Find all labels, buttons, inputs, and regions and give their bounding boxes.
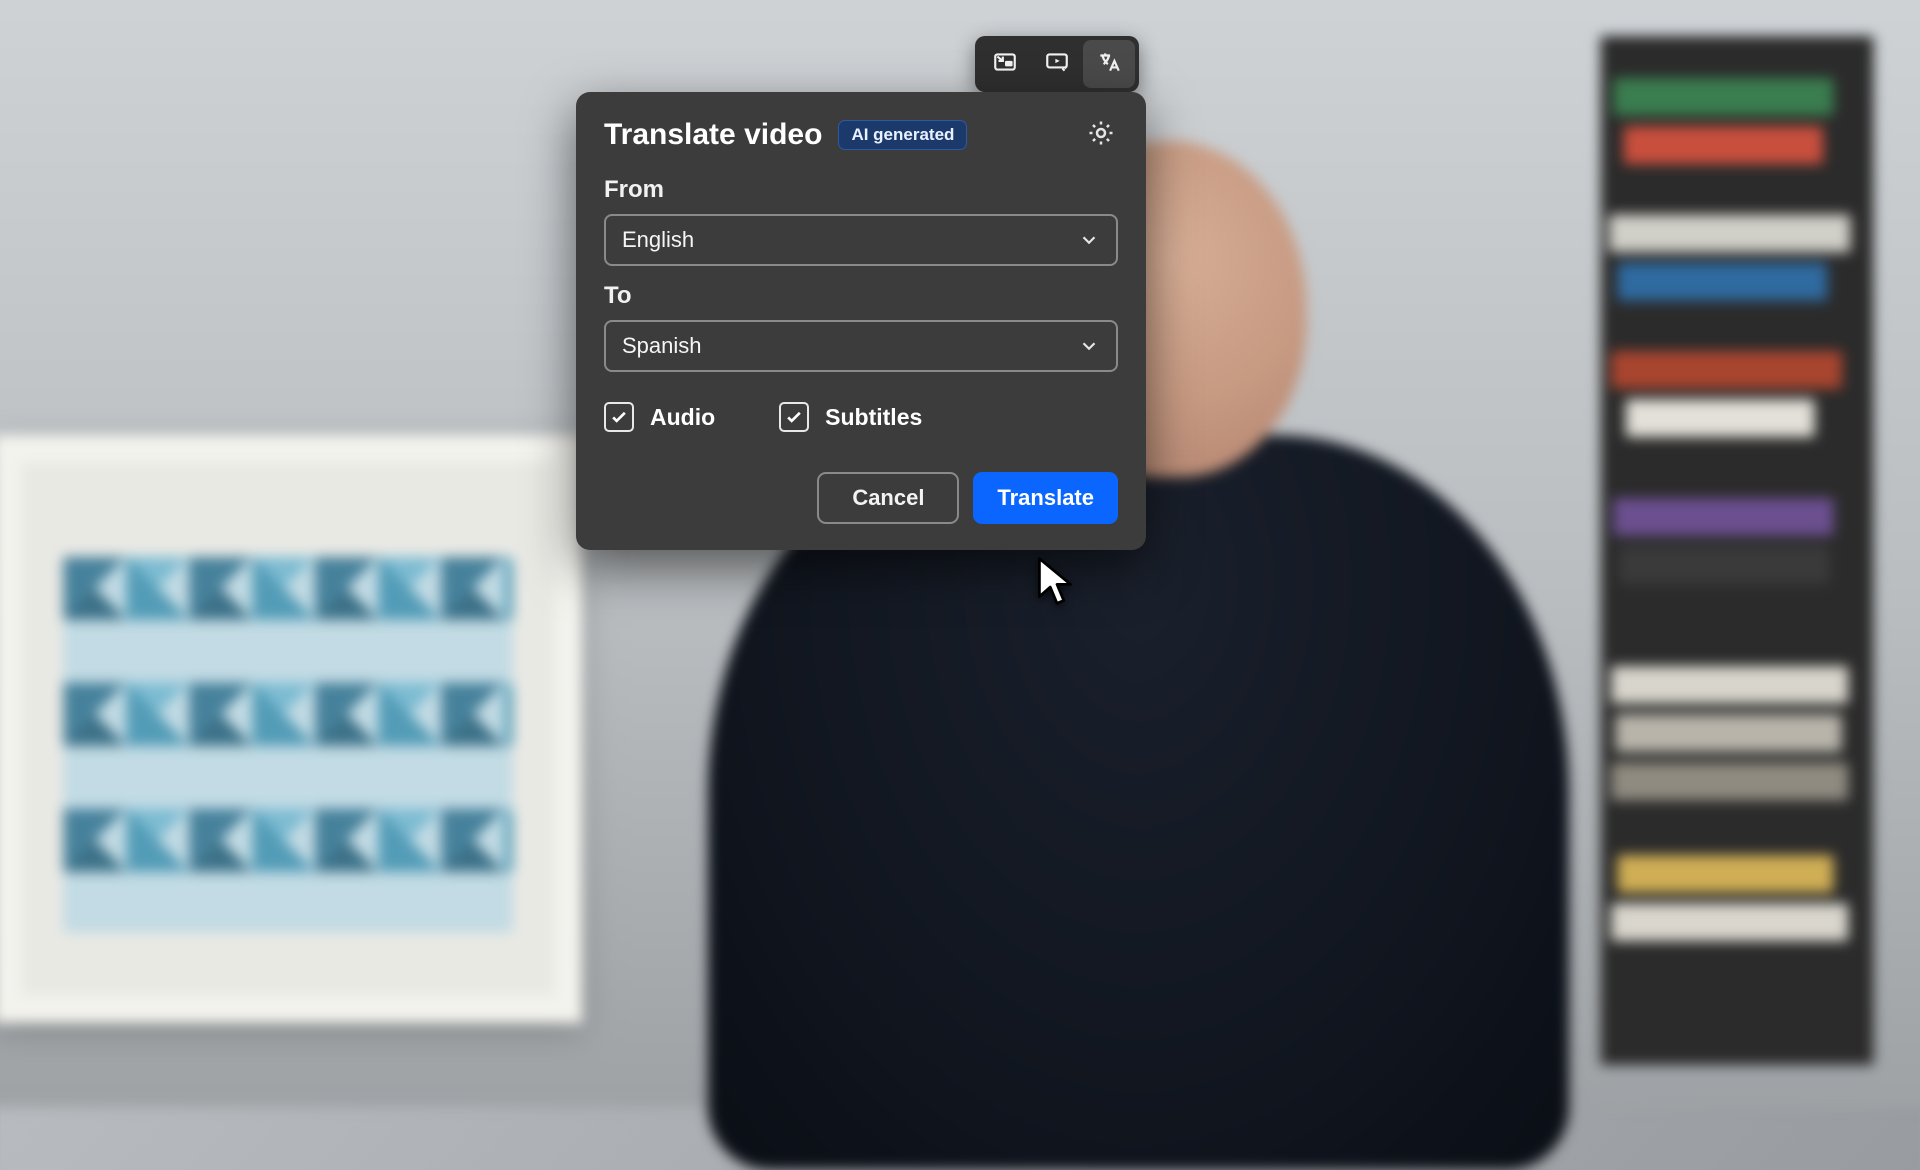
gear-icon [1086, 118, 1116, 153]
cancel-button-label: Cancel [852, 485, 924, 511]
play-display-icon [1044, 49, 1070, 80]
video-toolbar [975, 36, 1139, 92]
translate-button[interactable] [1083, 40, 1135, 88]
cancel-button[interactable]: Cancel [817, 472, 959, 524]
translate-button-label: Translate [997, 485, 1094, 511]
dialog-title: Translate video [604, 118, 822, 152]
chevron-down-icon [1078, 229, 1100, 251]
from-language-select[interactable]: English [604, 214, 1118, 266]
check-icon [784, 407, 804, 427]
from-label: From [604, 176, 1118, 204]
subtitles-checkbox[interactable]: Subtitles [779, 402, 922, 432]
subtitles-label: Subtitles [825, 404, 922, 431]
audio-checkbox[interactable]: Audio [604, 402, 715, 432]
ai-generated-badge: AI generated [838, 120, 967, 150]
picture-in-picture-icon [992, 49, 1018, 80]
translate-action-button[interactable]: Translate [973, 472, 1118, 524]
translate-video-dialog: Translate video AI generated From Englis… [576, 92, 1146, 550]
checkbox-box [604, 402, 634, 432]
from-language-value: English [622, 227, 694, 253]
to-language-value: Spanish [622, 333, 702, 359]
playback-button[interactable] [1031, 40, 1083, 88]
check-icon [609, 407, 629, 427]
checkbox-box [779, 402, 809, 432]
to-label: To [604, 282, 1118, 310]
settings-button[interactable] [1084, 118, 1118, 152]
chevron-down-icon [1078, 335, 1100, 357]
to-language-select[interactable]: Spanish [604, 320, 1118, 372]
audio-label: Audio [650, 404, 715, 431]
translate-icon [1096, 49, 1122, 80]
picture-in-picture-button[interactable] [979, 40, 1031, 88]
